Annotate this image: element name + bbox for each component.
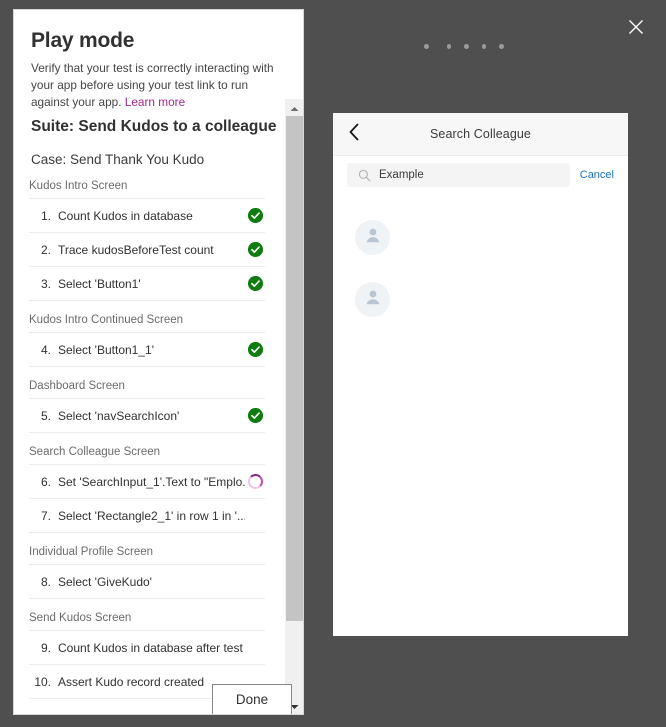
- check-circle-icon: [247, 242, 263, 257]
- app-header: Search Colleague: [333, 113, 628, 156]
- group-label: Kudos Intro Screen: [29, 180, 128, 192]
- step-text: Select 'navSearchIcon': [58, 408, 180, 423]
- status-badge: [245, 408, 265, 423]
- loading-dots: [424, 41, 504, 51]
- status-badge: [245, 242, 265, 257]
- table-row[interactable]: 9. Count Kudos in database after test: [29, 630, 265, 664]
- table-row[interactable]: 5. Select 'navSearchIcon': [29, 398, 265, 433]
- loading-dot: [481, 43, 487, 49]
- close-icon: [627, 18, 645, 36]
- check-circle-icon: [247, 408, 263, 423]
- back-button[interactable]: [346, 123, 362, 146]
- status-badge: [245, 276, 265, 291]
- chevron-up-icon: [290, 99, 299, 117]
- table-row[interactable]: 1. Count Kudos in database: [29, 198, 265, 232]
- step-number: 4.: [40, 342, 51, 357]
- steps-list: Suite: Send Kudos to a colleague Case: S…: [14, 99, 287, 714]
- check-circle-icon: [247, 342, 263, 357]
- group-label: Send Kudos Screen: [29, 612, 132, 624]
- step-text: Trace kudosBeforeTest count: [58, 242, 214, 257]
- step-number: 10.: [34, 674, 51, 689]
- loading-dot: [499, 43, 504, 49]
- step-number: 9.: [40, 640, 51, 655]
- scrollbar-thumb[interactable]: [286, 116, 303, 621]
- done-button[interactable]: Done: [212, 684, 292, 714]
- play-mode-panel: Play mode Verify that your test is corre…: [13, 9, 304, 715]
- step-number: 6.: [40, 474, 51, 489]
- app-preview-canvas[interactable]: Search Colleague Example Cancel: [333, 113, 628, 636]
- table-row[interactable]: 2. Trace kudosBeforeTest count: [29, 232, 265, 266]
- search-cancel-link[interactable]: Cancel: [580, 169, 614, 181]
- step-text: Select 'Button1': [58, 276, 141, 291]
- scrollbar-up-button[interactable]: [286, 99, 303, 116]
- step-number: 1.: [40, 208, 51, 223]
- close-button[interactable]: [621, 12, 651, 42]
- suite-title: Suite: Send Kudos to a colleague: [31, 118, 277, 135]
- group-label: Dashboard Screen: [29, 380, 125, 392]
- list-item[interactable]: [333, 268, 628, 330]
- status-badge: [245, 208, 265, 223]
- search-input-value: Example: [379, 169, 424, 181]
- chevron-left-icon: [348, 123, 360, 146]
- step-text: Count Kudos in database after test: [58, 640, 243, 655]
- table-row[interactable]: 8. Select 'GiveKudo': [29, 564, 265, 599]
- search-input[interactable]: Example: [347, 163, 570, 187]
- step-number: 2.: [40, 242, 51, 257]
- check-circle-icon: [247, 208, 263, 223]
- group-label: Search Colleague Screen: [29, 446, 161, 458]
- table-row[interactable]: 6. Set 'SearchInput_1'.Text to "Emplo...: [29, 464, 265, 498]
- table-row[interactable]: 3. Select 'Button1': [29, 266, 265, 301]
- step-text: Count Kudos in database: [58, 208, 193, 223]
- app-search-row: Example Cancel: [333, 156, 628, 194]
- scrollbar[interactable]: [285, 99, 303, 714]
- loading-dot: [424, 43, 429, 49]
- step-text: Select 'Rectangle2_1' in row 1 in '...: [58, 508, 245, 523]
- check-circle-icon: [247, 276, 263, 291]
- step-text: Set 'SearchInput_1'.Text to "Emplo...: [58, 474, 245, 489]
- table-row[interactable]: 4. Select 'Button1_1': [29, 332, 265, 367]
- table-row[interactable]: 7. Select 'Rectangle2_1' in row 1 in '..…: [29, 498, 265, 533]
- avatar: [355, 281, 390, 317]
- app-header-title: Search Colleague: [430, 127, 531, 141]
- loading-dot: [464, 43, 469, 49]
- steps-scroll-region: Suite: Send Kudos to a colleague Case: S…: [14, 99, 303, 714]
- colleague-results-list: [333, 194, 628, 330]
- person-icon: [363, 225, 383, 250]
- page-title: Play mode: [31, 29, 135, 52]
- list-item[interactable]: [333, 206, 628, 268]
- progress-spinner-icon: [247, 474, 263, 489]
- panel-header: Play mode Verify that your test is corre…: [14, 10, 303, 111]
- avatar: [355, 219, 390, 255]
- status-badge: [245, 342, 265, 357]
- step-text: Select 'Button1_1': [58, 342, 154, 357]
- step-text: Select 'GiveKudo': [58, 574, 152, 589]
- step-number: 3.: [40, 276, 51, 291]
- step-number: 7.: [40, 508, 51, 523]
- status-badge: [245, 474, 265, 489]
- step-number: 8.: [40, 574, 51, 589]
- loading-dot: [446, 43, 452, 49]
- case-title: Case: Send Thank You Kudo: [31, 152, 205, 167]
- step-number: 5.: [40, 408, 51, 423]
- search-icon: [353, 169, 375, 182]
- group-label: Kudos Intro Continued Screen: [29, 314, 184, 326]
- person-icon: [363, 287, 383, 312]
- group-label: Individual Profile Screen: [29, 546, 154, 558]
